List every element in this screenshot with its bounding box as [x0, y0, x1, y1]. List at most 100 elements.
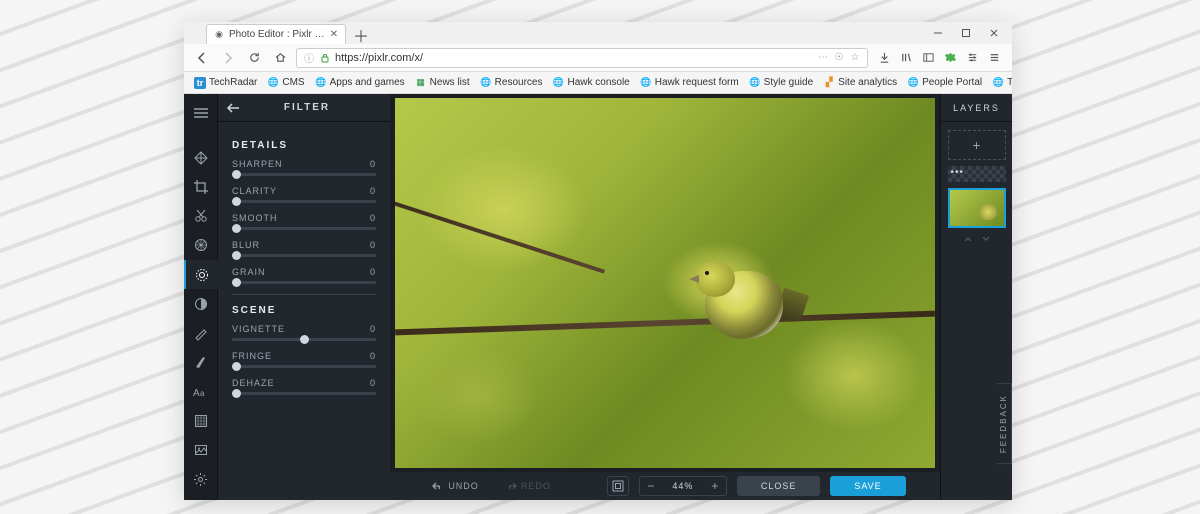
reader-icon[interactable]: ☉ [833, 52, 845, 64]
filter-tool-icon[interactable] [184, 260, 218, 289]
nav-reload-button[interactable] [244, 48, 264, 68]
slider-blur[interactable]: BLUR0 [232, 240, 376, 257]
browser-window: ◉ Photo Editor : Pixlr X - free ima… ✕ ＋… [184, 22, 1012, 500]
bookmark-item[interactable]: trTechRadar [190, 76, 261, 90]
bookmarks-bar: trTechRadar 🌐CMS 🌐Apps and games ▦News l… [184, 72, 1012, 94]
new-tab-button[interactable]: ＋ [352, 26, 370, 44]
browser-titlebar: ◉ Photo Editor : Pixlr X - free ima… ✕ ＋ [184, 22, 1012, 44]
cutout-tool-icon[interactable] [184, 201, 218, 230]
section-title-details: DETAILS [232, 140, 376, 151]
globe-icon: 🌐 [992, 77, 1004, 89]
bookmark-item[interactable]: 🌐People Portal [903, 76, 986, 90]
draw-tool-icon[interactable] [184, 348, 218, 377]
layer-down-icon[interactable] [981, 234, 991, 244]
hamburger-menu-icon[interactable] [184, 100, 218, 125]
settings-icon[interactable] [184, 465, 218, 494]
slider-sharpen[interactable]: SHARPEN0 [232, 159, 376, 176]
nav-back-button[interactable] [192, 48, 212, 68]
slider-clarity[interactable]: CLARITY0 [232, 186, 376, 203]
info-icon: ⓘ [303, 52, 315, 64]
pixlr-app: Aa FILTER DETAILS SHARPEN0 CLARITY0 SMOO… [184, 94, 1012, 500]
url-field[interactable]: ⓘ https://pixlr.com/x/ ⋯ ☉ ☆ [296, 48, 868, 68]
tab-strip: ◉ Photo Editor : Pixlr X - free ima… ✕ ＋ [188, 22, 924, 44]
filter-panel: FILTER DETAILS SHARPEN0 CLARITY0 SMOOTH0… [218, 94, 390, 500]
layers-panel: LAYERS + ••• FEEDBACK [940, 94, 1012, 500]
nav-home-button[interactable] [270, 48, 290, 68]
fit-screen-button[interactable] [607, 476, 629, 496]
undo-button[interactable]: UNDO [424, 478, 487, 494]
bookmark-item[interactable]: 🌐Style guide [745, 76, 817, 90]
layer-nav [963, 234, 991, 244]
element-tool-icon[interactable] [184, 406, 218, 435]
url-text: https://pixlr.com/x/ [335, 52, 423, 64]
globe-icon: 🌐 [315, 77, 327, 89]
bookmark-item[interactable]: 🌐CMS [263, 76, 308, 90]
nav-forward-button[interactable] [218, 48, 238, 68]
layers-title: LAYERS [941, 94, 1012, 122]
feedback-tab[interactable]: FEEDBACK [996, 383, 1012, 464]
close-button[interactable]: CLOSE [737, 476, 821, 496]
slider-dehaze[interactable]: DEHAZE0 [232, 378, 376, 395]
library-icon[interactable] [896, 48, 916, 68]
slider-vignette[interactable]: VIGNETTE0 [232, 324, 376, 341]
globe-icon: 🌐 [267, 77, 279, 89]
panel-body: DETAILS SHARPEN0 CLARITY0 SMOOTH0 BLUR0 … [218, 122, 390, 415]
add-image-tool-icon[interactable] [184, 435, 218, 464]
svg-text:A: A [193, 388, 200, 399]
globe-icon: 🌐 [640, 77, 652, 89]
canvas-viewport[interactable] [390, 94, 940, 472]
slider-grain[interactable]: GRAIN0 [232, 267, 376, 284]
menu-icon[interactable] [984, 48, 1004, 68]
globe-icon: 🌐 [552, 77, 564, 89]
canvas-area: UNDO REDO − 44% + CLOSE SAVE [390, 94, 940, 500]
add-layer-button[interactable]: + [948, 130, 1006, 160]
analytics-icon: ▞ [823, 77, 835, 89]
page-actions-icon[interactable]: ⋯ [817, 52, 829, 64]
globe-icon: 🌐 [749, 77, 761, 89]
panel-title: FILTER [232, 102, 382, 113]
tab-close-icon[interactable]: ✕ [329, 30, 339, 40]
zoom-in-button[interactable]: + [704, 477, 726, 495]
text-tool-icon[interactable]: Aa [184, 377, 218, 406]
bookmark-item[interactable]: 🌐Hawk console [548, 76, 633, 90]
zoom-control: − 44% + [639, 476, 727, 496]
bookmark-item[interactable]: 🌐Train ticket form [988, 76, 1012, 90]
slider-smooth[interactable]: SMOOTH0 [232, 213, 376, 230]
bookmark-item[interactable]: 🌐Resources [476, 76, 547, 90]
window-maximize-button[interactable] [952, 24, 980, 42]
retouch-tool-icon[interactable] [184, 318, 218, 347]
redo-button[interactable]: REDO [497, 478, 559, 494]
bookmark-favicon-icon: tr [194, 77, 206, 89]
bookmark-item[interactable]: 🌐Hawk request form [636, 76, 743, 90]
bookmark-star-icon[interactable]: ☆ [849, 52, 861, 64]
layer-thumb-photo[interactable] [948, 188, 1006, 228]
bookmark-item[interactable]: ▦News list [411, 76, 474, 90]
divider [232, 294, 376, 295]
layer-thumb-empty[interactable]: ••• [948, 166, 1006, 182]
globe-icon: 🌐 [480, 77, 492, 89]
customize-icon[interactable] [962, 48, 982, 68]
tab-favicon-icon: ◉ [213, 29, 225, 41]
browser-tab[interactable]: ◉ Photo Editor : Pixlr X - free ima… ✕ [206, 24, 346, 44]
extension-icon[interactable] [940, 48, 960, 68]
lock-icon [319, 52, 331, 64]
sidebar-icon[interactable] [918, 48, 938, 68]
bird-subject [687, 253, 797, 348]
adjust-tool-icon[interactable] [184, 231, 218, 260]
crop-tool-icon[interactable] [184, 172, 218, 201]
downloads-icon[interactable] [874, 48, 894, 68]
layer-up-icon[interactable] [963, 234, 973, 244]
window-minimize-button[interactable] [924, 24, 952, 42]
slider-fringe[interactable]: FRINGE0 [232, 351, 376, 368]
bookmark-item[interactable]: 🌐Apps and games [311, 76, 409, 90]
section-title-scene: SCENE [232, 305, 376, 316]
photo-canvas[interactable] [395, 98, 935, 468]
save-button[interactable]: SAVE [830, 476, 905, 496]
arrange-tool-icon[interactable] [184, 143, 218, 172]
tab-title: Photo Editor : Pixlr X - free ima… [229, 29, 325, 40]
window-close-button[interactable] [980, 24, 1008, 42]
effect-tool-icon[interactable] [184, 289, 218, 318]
layer-options-icon[interactable]: ••• [951, 167, 965, 178]
bookmark-item[interactable]: ▞Site analytics [819, 76, 901, 90]
zoom-out-button[interactable]: − [640, 477, 662, 495]
